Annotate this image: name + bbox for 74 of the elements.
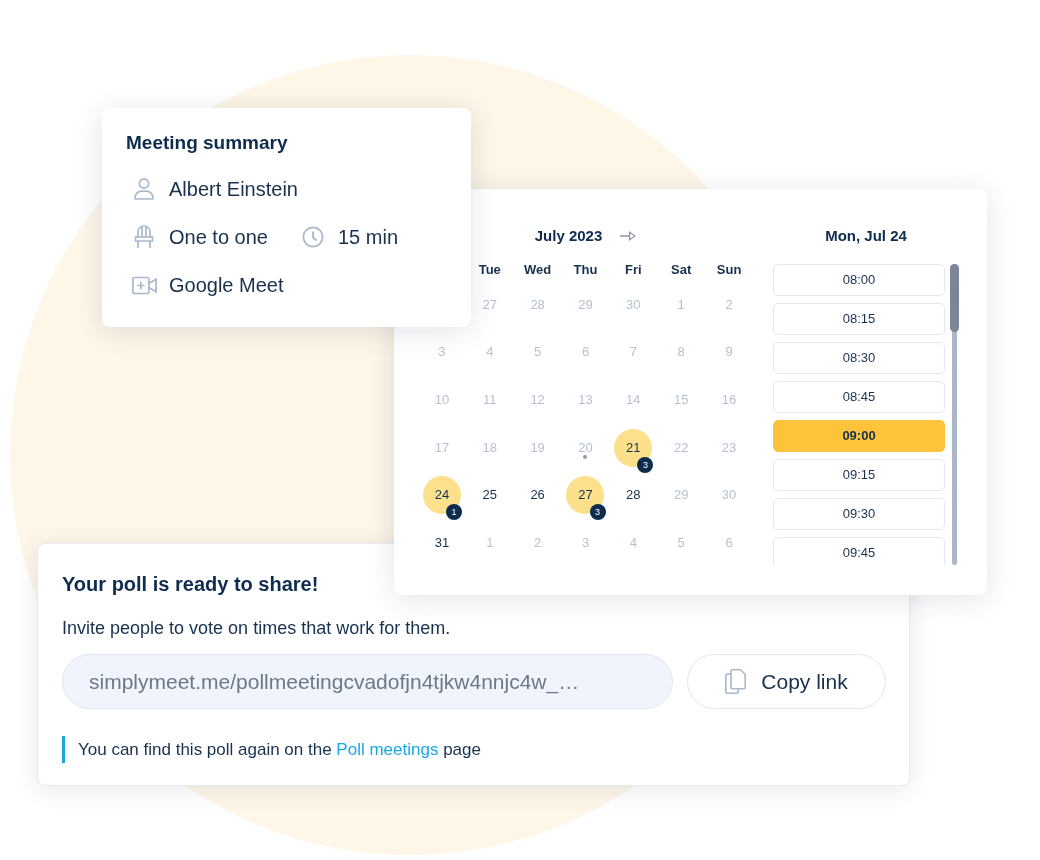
time-slot[interactable]: 09:30 [773, 498, 945, 530]
weekday-label: Tue [478, 261, 501, 280]
poll-title: Your poll is ready to share! [62, 572, 319, 597]
calendar-day[interactable]: 28 [626, 487, 641, 504]
calendar-day[interactable]: 14 [626, 392, 641, 408]
calendar-day[interactable]: 4 [486, 344, 494, 361]
scrollbar-thumb[interactable] [950, 264, 959, 332]
calendar-day[interactable]: 3 [581, 534, 590, 551]
calendar-day[interactable]: 8 [677, 344, 685, 361]
calendar-day[interactable]: 1 [677, 296, 685, 313]
calendar-day[interactable]: 22 [673, 439, 689, 456]
calendar-day[interactable]: 5 [534, 344, 542, 361]
calendar-day[interactable]: 29 [578, 296, 593, 313]
calendar-day[interactable]: 27 [482, 296, 497, 313]
calendar-day[interactable]: 17 [434, 439, 450, 456]
link-field[interactable]: simplymeet.me/pollmeetingcvadofjn4tjkw4nnjc4w_… [62, 654, 673, 709]
calendar-day[interactable]: 31 [434, 534, 450, 551]
calendar-day[interactable]: 3 [438, 344, 446, 361]
month-title: July 2023 [534, 225, 603, 246]
calendar-day[interactable]: 11 [483, 392, 497, 408]
note-text: You can find this poll again on the Poll meetings page [78, 738, 481, 761]
poll-description: Invite people to vote on times that work for them. [62, 617, 451, 640]
calendar-day[interactable]: 10 [434, 392, 450, 408]
calendar-day[interactable]: 12 [530, 392, 545, 408]
card-title: Meeting summary [126, 131, 288, 155]
weekday-label: Wed [524, 261, 552, 280]
copy-link-button[interactable]: Copy link [687, 654, 886, 709]
calendar-day[interactable]: 30 [721, 487, 737, 504]
note-accent-bar [62, 736, 65, 763]
weekday-label: Fri [625, 261, 642, 280]
chair-icon [134, 225, 154, 249]
calendar-day[interactable]: 18 [482, 439, 497, 456]
clock-icon [301, 226, 324, 248]
calendar-day[interactable]: 26 [530, 487, 545, 504]
calendar-day[interactable]: 6 [581, 344, 590, 361]
calendar-day[interactable]: 13 [578, 392, 593, 408]
meeting-type: One to one [169, 225, 268, 250]
time-slot[interactable]: 09:45 [773, 537, 945, 565]
organizer-name: Albert Einstein [169, 177, 298, 202]
time-slot[interactable]: 08:15 [773, 303, 945, 335]
calendar-day[interactable]: 6 [725, 534, 733, 551]
time-slot[interactable]: 08:45 [773, 381, 945, 413]
calendar-day[interactable]: 9 [725, 344, 733, 361]
meeting-location: Google Meet [169, 273, 284, 298]
calendar-day[interactable]: 23 [721, 439, 737, 456]
calendar-day[interactable]: 1 [486, 534, 494, 551]
calendar-day[interactable]: 2 [534, 534, 542, 551]
time-slot[interactable]: 09:15 [773, 459, 945, 491]
calendar-day[interactable]: 2 [725, 296, 733, 313]
calendar-day[interactable]: 19 [530, 439, 545, 456]
calendar-day[interactable]: 25 [482, 487, 497, 504]
time-slot[interactable]: 09:00 [773, 420, 945, 452]
calendar-day[interactable]: 29 [673, 487, 689, 504]
calendar-day[interactable]: 30 [626, 296, 641, 313]
weekday-label: Sat [671, 261, 692, 280]
weekday-label: Sun [716, 261, 742, 280]
selected-date: Mon, Jul 24 [825, 225, 907, 246]
time-slot[interactable]: 08:00 [773, 264, 945, 296]
duration: 15 min [337, 225, 398, 250]
count-badge: 1 [446, 504, 462, 521]
calendar-day[interactable]: 20 [578, 439, 593, 456]
calendar-day[interactable]: 7 [629, 344, 637, 361]
video-camera-icon [131, 275, 157, 295]
weekday-label: Thu [573, 261, 598, 280]
person-icon [134, 178, 154, 200]
poll-meetings-link[interactable]: Poll meetings [336, 739, 439, 759]
time-slot[interactable]: 08:30 [773, 342, 945, 374]
calendar-day[interactable]: 28 [530, 296, 545, 313]
calendar-day[interactable]: 4 [629, 534, 637, 551]
calendar-day[interactable]: 15 [673, 392, 689, 408]
calendar-day[interactable]: 5 [677, 534, 685, 551]
calendar-day[interactable]: 16 [721, 392, 737, 408]
copy-icon [725, 669, 747, 694]
arrow-right-icon[interactable] [620, 231, 637, 241]
